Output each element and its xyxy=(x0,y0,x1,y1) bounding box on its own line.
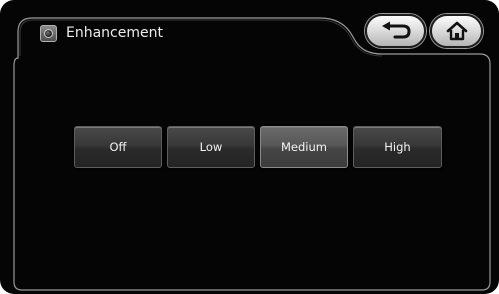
option-low-button[interactable]: Low xyxy=(167,126,255,168)
page-title: Enhancement xyxy=(66,25,163,41)
home-icon xyxy=(446,21,467,41)
enhancement-option-group: Off Low Medium High xyxy=(74,126,442,168)
back-arrow-icon xyxy=(381,21,411,39)
option-off-button[interactable]: Off xyxy=(74,126,162,168)
enhancement-icon xyxy=(40,25,57,42)
option-high-button[interactable]: High xyxy=(353,126,442,168)
enhancement-screen: Enhancement Off Low Medium High xyxy=(0,0,499,294)
option-medium-button[interactable]: Medium xyxy=(260,126,348,168)
home-button[interactable] xyxy=(430,14,483,48)
back-button[interactable] xyxy=(365,14,426,48)
